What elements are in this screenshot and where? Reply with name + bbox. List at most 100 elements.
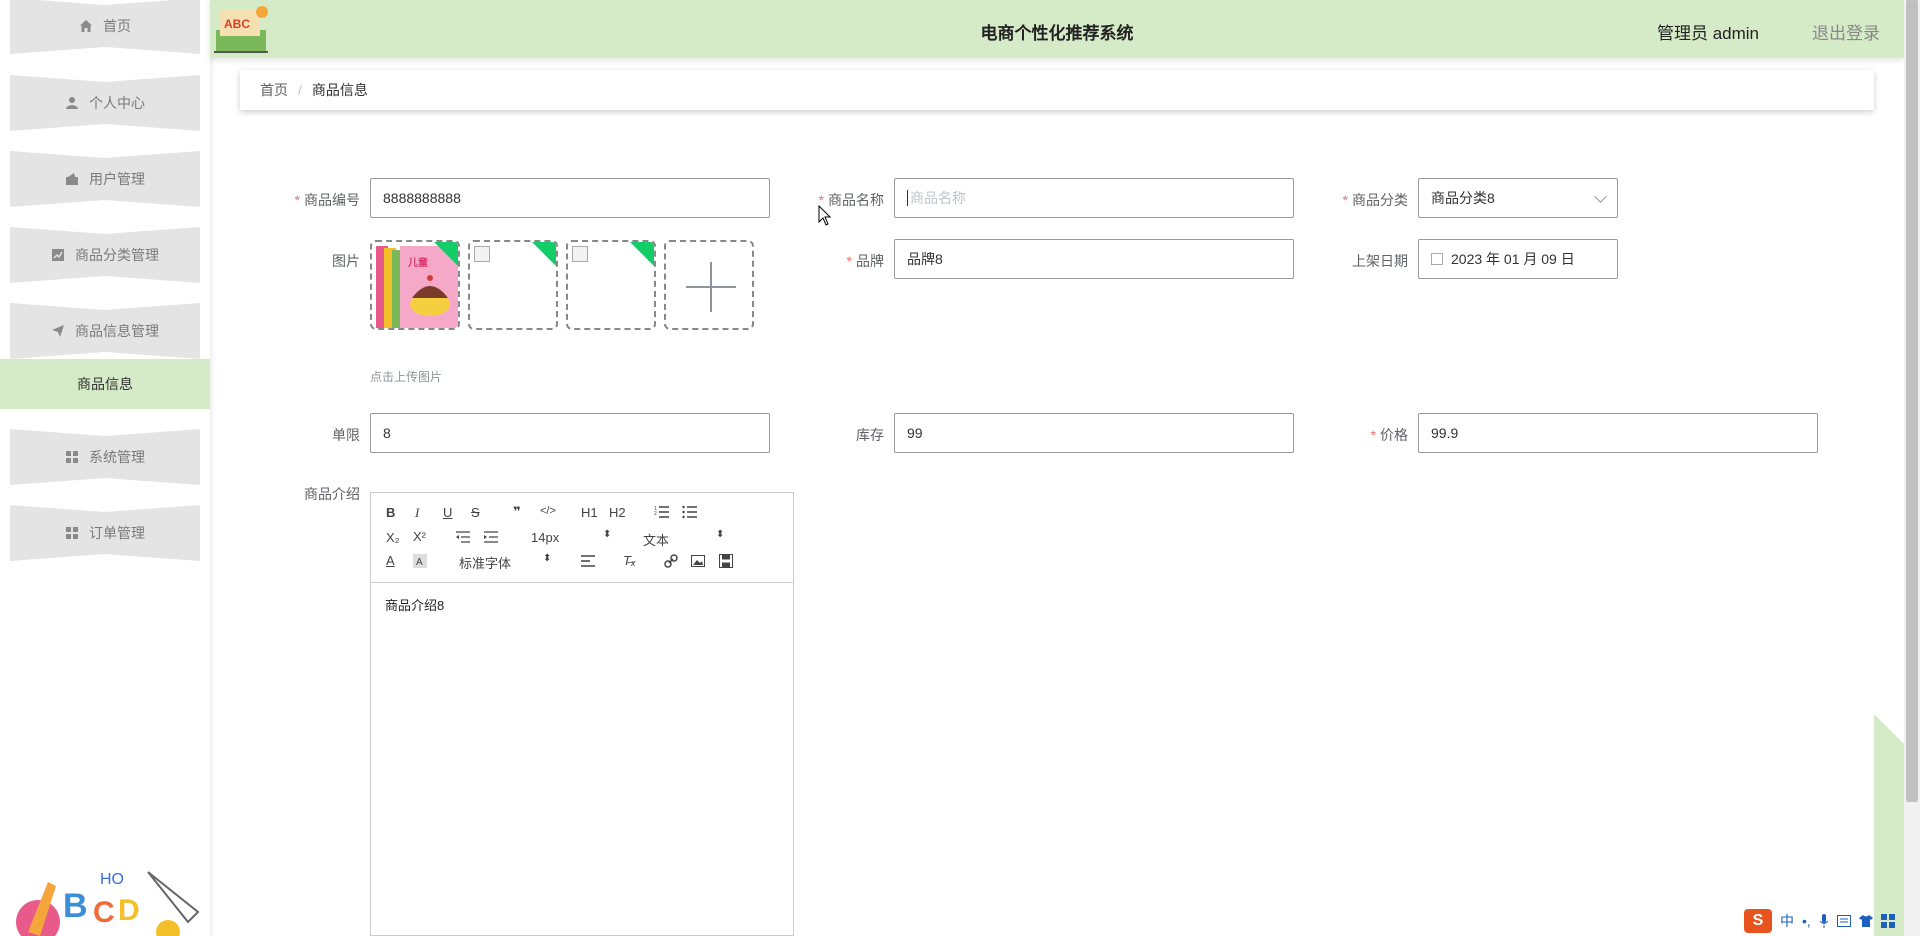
sidebar-item-profile[interactable]: 个人中心 <box>10 75 200 131</box>
uploaded-image-3[interactable] <box>566 240 656 330</box>
subscript-button[interactable]: X₂ <box>386 530 400 545</box>
sidebar-item-category[interactable]: 商品分类管理 <box>10 227 200 283</box>
outdent-icon[interactable] <box>455 530 471 544</box>
logout-link[interactable]: 退出登录 <box>1812 19 1880 44</box>
breadcrumb-current: 商品信息 <box>311 82 368 98</box>
goods-name-input[interactable]: 商品名称 <box>894 178 1294 218</box>
grid-icon <box>65 526 79 540</box>
goods-category-select[interactable]: 商品分类8 <box>1418 178 1618 218</box>
goods-category-label: * 商品分类 <box>1342 192 1408 208</box>
editor-toolbar: B I U S ❞ </> H1 H2 12 X₂ X² 14px ⬍ 文本 ⬍… <box>371 493 793 583</box>
send-icon <box>51 324 65 338</box>
grid-icon <box>65 450 79 464</box>
sidebar-item-label: 系统管理 <box>89 449 145 465</box>
sidebar-item-users[interactable]: 用户管理 <box>10 151 200 207</box>
goods-code-label: * 商品编号 <box>294 192 360 208</box>
home-icon <box>79 19 93 33</box>
broken-image-icon <box>572 246 588 262</box>
ime-toolbar: S 中 •, <box>1744 906 1920 936</box>
indent-icon[interactable] <box>483 530 499 544</box>
bullet-list-icon[interactable] <box>682 505 698 519</box>
strike-button[interactable]: S <box>471 505 480 520</box>
block-format-select[interactable]: 文本 <box>643 530 669 549</box>
image-icon[interactable] <box>691 554 705 568</box>
limit-label: 单限 <box>332 427 360 443</box>
video-icon[interactable] <box>719 554 733 568</box>
sidebar-item-home[interactable]: 首页 <box>10 0 200 54</box>
mouse-cursor-icon <box>818 205 832 226</box>
stock-label: 库存 <box>856 427 884 443</box>
blockquote-button[interactable]: ❞ <box>513 504 521 520</box>
sidebar-subitem-label: 商品信息 <box>77 376 133 392</box>
upload-success-badge <box>432 242 458 268</box>
bold-button[interactable]: B <box>386 505 395 520</box>
sidebar-item-label: 商品分类管理 <box>75 247 159 263</box>
sidebar-item-label: 用户管理 <box>89 171 145 187</box>
header2-button[interactable]: H2 <box>609 505 626 520</box>
sogou-logo-icon[interactable]: S <box>1744 909 1772 933</box>
microphone-icon[interactable] <box>1819 914 1829 928</box>
code-block-button[interactable]: </> <box>540 505 556 517</box>
shirt-icon[interactable] <box>1858 915 1873 927</box>
upload-add-button[interactable] <box>664 240 754 330</box>
rich-text-editor: B I U S ❞ </> H1 H2 12 X₂ X² 14px ⬍ 文本 ⬍… <box>370 492 794 936</box>
svg-text:A: A <box>416 557 423 568</box>
brand-input[interactable]: 品牌8 <box>894 239 1294 279</box>
stock-input[interactable]: 99 <box>894 413 1294 453</box>
sidebar-item-orders[interactable]: 订单管理 <box>10 505 200 561</box>
editor-content[interactable]: 商品介绍8 <box>371 583 793 626</box>
calendar-icon <box>1431 253 1443 265</box>
sidebar-item-label: 商品信息管理 <box>75 323 159 339</box>
sidebar-subitem-goods-info[interactable]: 商品信息 <box>0 359 210 409</box>
svg-text:儿童: 儿童 <box>407 256 428 269</box>
uploaded-image-1[interactable]: 儿童 <box>370 240 460 330</box>
ordered-list-icon[interactable]: 12 <box>654 505 670 519</box>
svg-text:C: C <box>93 896 115 929</box>
price-input[interactable]: 99.9 <box>1418 413 1818 453</box>
font-family-select[interactable]: 标准字体 <box>459 553 511 572</box>
brand-label: * 品牌 <box>846 253 884 269</box>
sidebar: 首页 个人中心 用户管理 商品分类管理 商品信息管理 商品信息 系统管理 订单管… <box>0 0 210 936</box>
upload-tip: 点击上传图片 <box>370 370 443 384</box>
italic-button[interactable]: I <box>415 505 419 521</box>
svg-text:D: D <box>118 894 140 927</box>
chart-icon <box>51 248 65 262</box>
font-family-select-arrow: ⬍ <box>543 553 552 564</box>
breadcrumb-home[interactable]: 首页 <box>260 80 288 100</box>
sidebar-item-label: 首页 <box>103 18 131 34</box>
toolbox-icon[interactable] <box>1880 914 1895 928</box>
limit-input[interactable]: 8 <box>370 413 770 453</box>
ime-punct-toggle[interactable]: •, <box>1802 913 1811 929</box>
abc-logo-illustration: B C D HO <box>16 871 200 936</box>
image-label: 图片 <box>332 253 360 269</box>
scrollbar-thumb[interactable] <box>1906 0 1918 802</box>
uploaded-image-2[interactable] <box>468 240 558 330</box>
wallet-icon <box>65 172 79 186</box>
svg-text:B: B <box>63 887 88 925</box>
sidebar-item-system[interactable]: 系统管理 <box>10 429 200 485</box>
price-label: * 价格 <box>1370 427 1408 443</box>
font-color-button[interactable]: A <box>386 553 395 568</box>
font-size-select[interactable]: 14px <box>531 530 559 545</box>
date-input[interactable]: 2023 年 01 月 09 日 <box>1418 239 1618 279</box>
underline-button[interactable]: U <box>443 505 452 520</box>
keyboard-icon[interactable] <box>1836 915 1851 927</box>
clear-format-icon[interactable]: T̶ₓ <box>623 553 636 568</box>
chevron-down-icon <box>1594 190 1607 203</box>
app-title: 电商个性化推荐系统 <box>980 24 1134 43</box>
sidebar-item-goods[interactable]: 商品信息管理 <box>10 303 200 359</box>
broken-image-icon <box>474 246 490 262</box>
superscript-button[interactable]: X² <box>413 529 426 544</box>
ime-lang-toggle[interactable]: 中 <box>1780 911 1794 931</box>
sidebar-item-label: 个人中心 <box>89 95 145 111</box>
svg-text:HO: HO <box>100 871 124 888</box>
align-icon[interactable] <box>581 555 595 567</box>
breadcrumb-separator: / <box>298 82 302 98</box>
breadcrumb: 首页 / 商品信息 <box>240 70 1874 110</box>
goods-code-input[interactable]: 8888888888 <box>370 178 770 218</box>
plus-icon-bar <box>686 286 736 288</box>
intro-label: 商品介绍 <box>304 486 360 502</box>
background-color-icon[interactable]: A <box>413 554 427 568</box>
header1-button[interactable]: H1 <box>581 505 598 520</box>
link-icon[interactable] <box>664 554 678 568</box>
